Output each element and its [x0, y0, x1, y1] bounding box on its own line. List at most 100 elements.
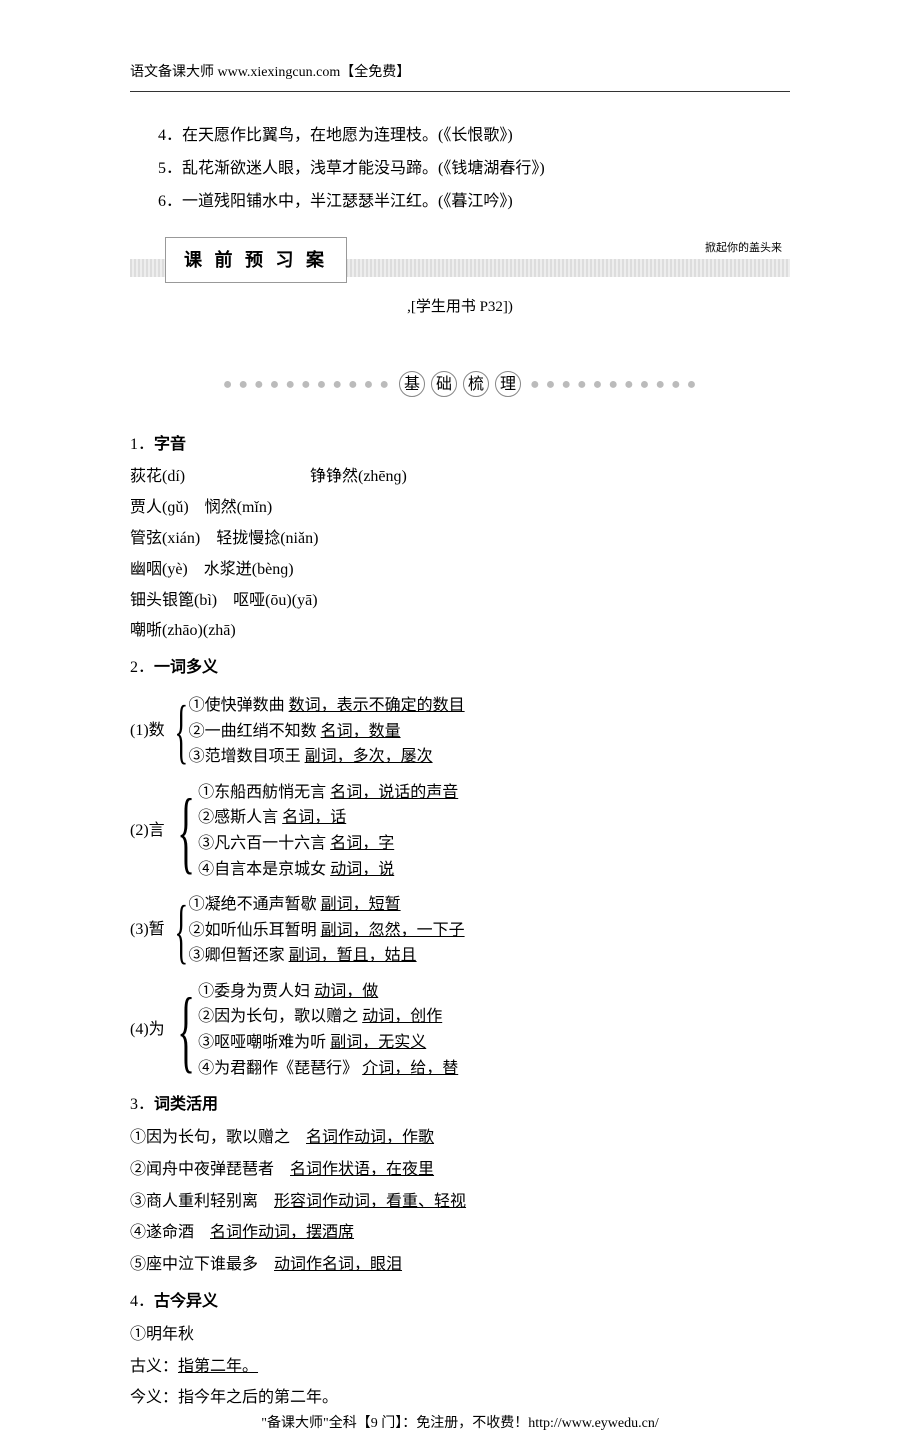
usage-definition: 形容词作动词，看重、轻视	[274, 1193, 466, 1210]
pinyin-block: 荻花(dí)铮铮然(zhēnɡ) 贾人(ɡǔ) 悯然(mǐn) 管弦(xián)…	[130, 463, 790, 646]
pinyin-cell: 荻花(dí)	[130, 463, 310, 492]
section-banner: 课 前 预 习 案 掀起你的盖头来	[130, 237, 790, 279]
sub-char: 梳	[463, 371, 489, 397]
example-text: ①凝绝不通声暂歇	[189, 896, 321, 913]
example-text: ②如听仙乐耳暂明	[189, 922, 321, 939]
definition-line: ①凝绝不通声暂歇 副词，短暂	[189, 892, 465, 918]
definition-text: 副词，短暂	[321, 896, 401, 913]
brace-icon: {	[174, 693, 188, 770]
usage-definition: 名词作动词，摆酒席	[210, 1224, 354, 1241]
definition-text: 副词，无实义	[330, 1034, 426, 1051]
brace-icon: {	[177, 780, 195, 882]
definition-line: ②感斯人言 名词，话	[198, 805, 458, 831]
pinyin-row: 管弦(xián) 轻拢慢捻(niǎn)	[130, 525, 790, 554]
definition-line: ①东船西舫悄无言 名词，说话的声音	[198, 780, 458, 806]
definition-line: ③呕哑嘲哳难为听 副词，无实义	[198, 1030, 458, 1056]
sub-char: 基	[399, 371, 425, 397]
definition-line: ③范增数目项王 副词，多次，屡次	[189, 744, 465, 770]
usage-line: ①因为长句，歌以赠之 名词作动词，作歌	[130, 1124, 790, 1153]
pinyin-row: 荻花(dí)铮铮然(zhēnɡ)	[130, 463, 790, 492]
pinyin-row: 钿头银篦(bì) 呕哑(ōu)(yā)	[130, 587, 790, 616]
definition-text: 名词，话	[282, 809, 346, 826]
usage-line: ③商人重利轻别离 形容词作动词，看重、轻视	[130, 1188, 790, 1217]
usage-line: ②闻舟中夜弹琵琶者 名词作状语，在夜里	[130, 1156, 790, 1185]
definition-line: ①委身为贾人妇 动词，做	[198, 979, 458, 1005]
sub-char: 理	[495, 371, 521, 397]
ancient-meaning: 古义：指第二年。	[130, 1353, 790, 1382]
definition-line: ④自言本是京城女 动词，说	[198, 857, 458, 883]
example-text: ⑤座中泣下谁最多	[130, 1256, 274, 1273]
pinyin-cell: 铮铮然(zhēnɡ)	[310, 468, 407, 485]
example-text: ④遂命酒	[130, 1224, 210, 1241]
example-text: ①因为长句，歌以赠之	[130, 1129, 306, 1146]
definition-line: ③卿但暂还家 副词，暂且，姑且	[189, 943, 465, 969]
quote-line: 5．乱花渐欲迷人眼，浅草才能没马蹄。(《钱塘湖春行》)	[158, 155, 790, 184]
example-text: ②感斯人言	[198, 809, 282, 826]
definition-text: 动词，做	[314, 983, 378, 1000]
example-text: ①委身为贾人妇	[198, 983, 314, 1000]
definition-line: ②如听仙乐耳暂明 副词，忽然，一下子	[189, 918, 465, 944]
definition-line: ①使快弹数曲 数词，表示不确定的数目	[189, 693, 465, 719]
group-content: ①使快弹数曲 数词，表示不确定的数目②一曲红绡不知数 名词，数量③范增数目项王 …	[189, 693, 465, 770]
definition-text: 动词，说	[330, 861, 394, 878]
usage-line: ⑤座中泣下谁最多 动词作名词，眼泪	[130, 1251, 790, 1280]
sub-char: 础	[431, 371, 457, 397]
page-header: 语文备课大师 www.xiexingcun.com【全免费】	[130, 60, 790, 92]
dots-left: ● ● ● ● ● ● ● ● ● ● ●	[223, 371, 390, 400]
section-2-title: 2．一词多义	[130, 654, 790, 683]
section-3-title: 3．词类活用	[130, 1091, 790, 1120]
group-label: (2)言	[130, 780, 174, 882]
brace-icon: {	[174, 892, 188, 969]
example-text: ③呕哑嘲哳难为听	[198, 1034, 330, 1051]
group-label: (1)数	[130, 693, 174, 770]
definition-line: ②一曲红绡不知数 名词，数量	[189, 719, 465, 745]
quote-line: 6．一道残阳铺水中，半江瑟瑟半江红。(《暮江吟》)	[158, 188, 790, 217]
dots-right: ● ● ● ● ● ● ● ● ● ● ●	[530, 371, 697, 400]
group-content: ①东船西舫悄无言 名词，说话的声音②感斯人言 名词，话③凡六百一十六言 名词，字…	[198, 780, 458, 882]
ancient-value: 指第二年。	[178, 1358, 258, 1375]
polysemy-group: (3)暂{①凝绝不通声暂歇 副词，短暂②如听仙乐耳暂明 副词，忽然，一下子③卿但…	[130, 892, 790, 969]
pinyin-row: 贾人(ɡǔ) 悯然(mǐn)	[130, 494, 790, 523]
banner-title: 课 前 预 习 案	[165, 237, 347, 283]
group-content: ①委身为贾人妇 动词，做②因为长句，歌以赠之 动词，创作③呕哑嘲哳难为听 副词，…	[198, 979, 458, 1081]
polysemy-group: (1)数{①使快弹数曲 数词，表示不确定的数目②一曲红绡不知数 名词，数量③范增…	[130, 693, 790, 770]
definition-line: ③凡六百一十六言 名词，字	[198, 831, 458, 857]
section-4-title: 4．古今异义	[130, 1288, 790, 1317]
group-content: ①凝绝不通声暂歇 副词，短暂②如听仙乐耳暂明 副词，忽然，一下子③卿但暂还家 副…	[189, 892, 465, 969]
polysemy-groups: (1)数{①使快弹数曲 数词，表示不确定的数目②一曲红绡不知数 名词，数量③范增…	[130, 693, 790, 1081]
banner-subtitle: 掀起你的盖头来	[705, 239, 782, 259]
definition-text: 名词，字	[330, 835, 394, 852]
quote-line: 4．在天愿作比翼鸟，在地愿为连理枝。(《长恨歌》)	[158, 122, 790, 151]
example-text: ④自言本是京城女	[198, 861, 330, 878]
definition-text: 副词，多次，屡次	[305, 748, 433, 765]
word-usage-block: ①因为长句，歌以赠之 名词作动词，作歌 ②闻舟中夜弹琵琶者 名词作状语，在夜里 ③商…	[130, 1124, 790, 1280]
example-text: ③范增数目项王	[189, 748, 305, 765]
usage-definition: 名词作状语，在夜里	[290, 1161, 434, 1178]
pinyin-row: 幽咽(yè) 水浆迸(bènɡ)	[130, 556, 790, 585]
example-text: ②因为长句，歌以赠之	[198, 1008, 362, 1025]
definition-text: 动词，创作	[362, 1008, 442, 1025]
ancient-modern-item: ①明年秋	[130, 1321, 790, 1350]
usage-definition: 动词作名词，眼泪	[274, 1256, 402, 1273]
definition-text: 名词，数量	[321, 723, 401, 740]
brace-icon: {	[177, 979, 195, 1081]
usage-definition: 名词作动词，作歌	[306, 1129, 434, 1146]
polysemy-group: (2)言{①东船西舫悄无言 名词，说话的声音②感斯人言 名词，话③凡六百一十六言…	[130, 780, 790, 882]
definition-text: 副词，忽然，一下子	[321, 922, 465, 939]
definition-line: ②因为长句，歌以赠之 动词，创作	[198, 1004, 458, 1030]
modern-meaning: 今义：指今年之后的第二年。	[130, 1384, 790, 1413]
quote-block: 4．在天愿作比翼鸟，在地愿为连理枝。(《长恨歌》) 5．乱花渐欲迷人眼，浅草才能…	[130, 122, 790, 216]
definition-text: 数词，表示不确定的数目	[289, 697, 465, 714]
definition-line: ④为君翻作《琵琶行》 介词，给，替	[198, 1056, 458, 1082]
group-label: (4)为	[130, 979, 174, 1081]
definition-text: 名词，说话的声音	[330, 784, 458, 801]
example-text: ①使快弹数曲	[189, 697, 289, 714]
sub-section-banner: ● ● ● ● ● ● ● ● ● ● ● 基 础 梳 理 ● ● ● ● ● …	[130, 371, 790, 403]
example-text: ③商人重利轻别离	[130, 1193, 274, 1210]
definition-text: 介词，给，替	[362, 1060, 458, 1077]
example-text: ②一曲红绡不知数	[189, 723, 321, 740]
example-text: ①东船西舫悄无言	[198, 784, 330, 801]
definition-text: 副词，暂且，姑且	[289, 947, 417, 964]
example-text: ②闻舟中夜弹琵琶者	[130, 1161, 290, 1178]
pinyin-row: 嘲哳(zhāo)(zhā)	[130, 617, 790, 646]
